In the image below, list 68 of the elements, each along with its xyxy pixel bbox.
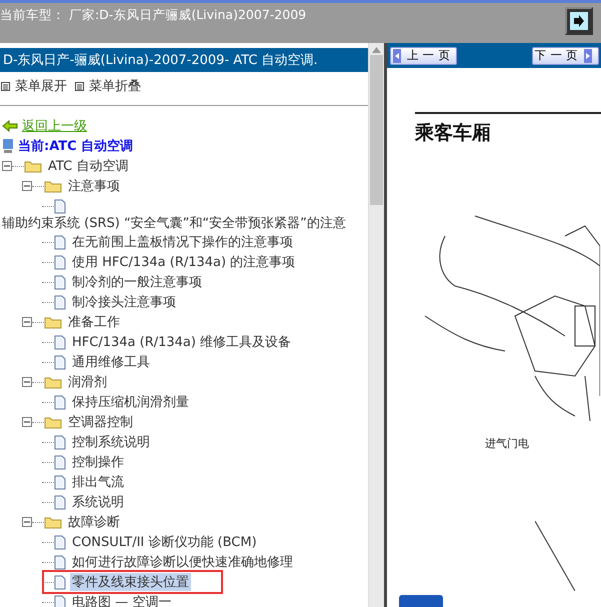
tree-item[interactable]: 零件及线束接头位置: [70, 573, 191, 591]
drawing-caption: 进气门电: [485, 436, 530, 451]
document-icon: [54, 198, 66, 214]
menu-link[interactable]: 菜单折叠: [75, 77, 141, 95]
document-icon: [54, 354, 66, 370]
tree-item[interactable]: 注意事项: [66, 177, 122, 195]
back-arrow-icon: [2, 120, 18, 132]
scrollbar-thumb[interactable]: [370, 55, 383, 205]
tree-item[interactable]: 制冷接头注意事项: [70, 293, 178, 311]
document-icon: [54, 254, 66, 270]
tree-item[interactable]: 控制操作: [70, 453, 126, 471]
menu-link[interactable]: 菜单展开: [1, 77, 67, 95]
collapse-icon[interactable]: [22, 377, 32, 387]
tree-item[interactable]: 润滑剂: [66, 373, 109, 391]
scrollbar[interactable]: [368, 43, 384, 607]
tree-item[interactable]: HFC/134a (R/134a) 维修工具及设备: [70, 333, 294, 351]
tree-item[interactable]: 准备工作: [66, 313, 122, 331]
folder-icon: [44, 515, 62, 529]
document-icon: [54, 274, 66, 290]
next-page-button[interactable]: 下 一 页: [532, 46, 599, 64]
document-icon: [54, 394, 66, 410]
collapse-icon[interactable]: [22, 317, 32, 327]
folder-icon: [44, 415, 62, 429]
document-icon: [54, 554, 66, 570]
document-icon: [54, 574, 66, 590]
tree-item[interactable]: ATC 自动空调: [46, 157, 130, 175]
exit-icon: [569, 11, 589, 31]
tree-item[interactable]: 在无前围上盖板情况下操作的注意事项: [70, 233, 295, 251]
tree-item[interactable]: 故障诊断: [66, 513, 122, 531]
list-icon: [75, 82, 84, 90]
leader-line: [535, 521, 575, 591]
tree-item[interactable]: 通用维修工具: [70, 353, 152, 371]
tree-item[interactable]: 控制系统说明: [70, 433, 152, 451]
collapse-icon[interactable]: [22, 517, 32, 527]
tree-item[interactable]: CONSULT/II 诊断仪功能 (BCM): [70, 533, 259, 551]
tree-item[interactable]: 排出气流: [70, 473, 126, 491]
folder-icon: [44, 315, 62, 329]
current-location: 当前:ATC 自动空调: [18, 138, 134, 155]
folder-icon: [44, 375, 62, 389]
document-icon: [54, 494, 66, 510]
collapse-icon[interactable]: [22, 181, 32, 191]
tree-item[interactable]: 辅助约束系统 (SRS) “安全气囊”和“安全带预张紧器”的注意: [2, 216, 368, 232]
section-heading: 乘客车厢: [415, 121, 492, 146]
tab-marker: [399, 595, 443, 607]
pane-title: D-东风日产-骊威(Livina)-2007-2009- ATC 自动空调.: [0, 48, 368, 72]
collapse-icon[interactable]: [22, 417, 32, 427]
tree-item[interactable]: 保持压缩机润滑剂量: [70, 393, 191, 411]
document-icon: [54, 234, 66, 250]
document-icon: [54, 454, 66, 470]
document-icon: [54, 334, 66, 350]
tree-item[interactable]: 制冷剂的一般注意事项: [70, 273, 204, 291]
collapse-icon[interactable]: [2, 161, 12, 171]
document-icon: [54, 594, 66, 607]
tree-item[interactable]: 使用 HFC/134a (R/134a) 的注意事项: [70, 253, 298, 271]
document-icon: [54, 474, 66, 490]
document-icon: [54, 294, 66, 310]
tree-item[interactable]: 空调器控制: [66, 413, 135, 431]
vehicle-title: 当前车型： 厂家:D-东风日产骊威(Livina)2007-2009: [0, 7, 306, 24]
document-icon: [54, 434, 66, 450]
computer-icon: [2, 138, 14, 154]
exit-button[interactable]: [565, 7, 593, 35]
back-link[interactable]: 返回上一级: [22, 117, 87, 135]
folder-icon: [24, 159, 42, 173]
document-icon: [54, 534, 66, 550]
folder-icon: [44, 179, 62, 193]
tree-item[interactable]: 系统说明: [70, 493, 126, 511]
tree-item[interactable]: 如何进行故障诊断以便快速准确地修理: [70, 553, 295, 571]
prev-page-button[interactable]: 上 一 页: [390, 46, 458, 64]
